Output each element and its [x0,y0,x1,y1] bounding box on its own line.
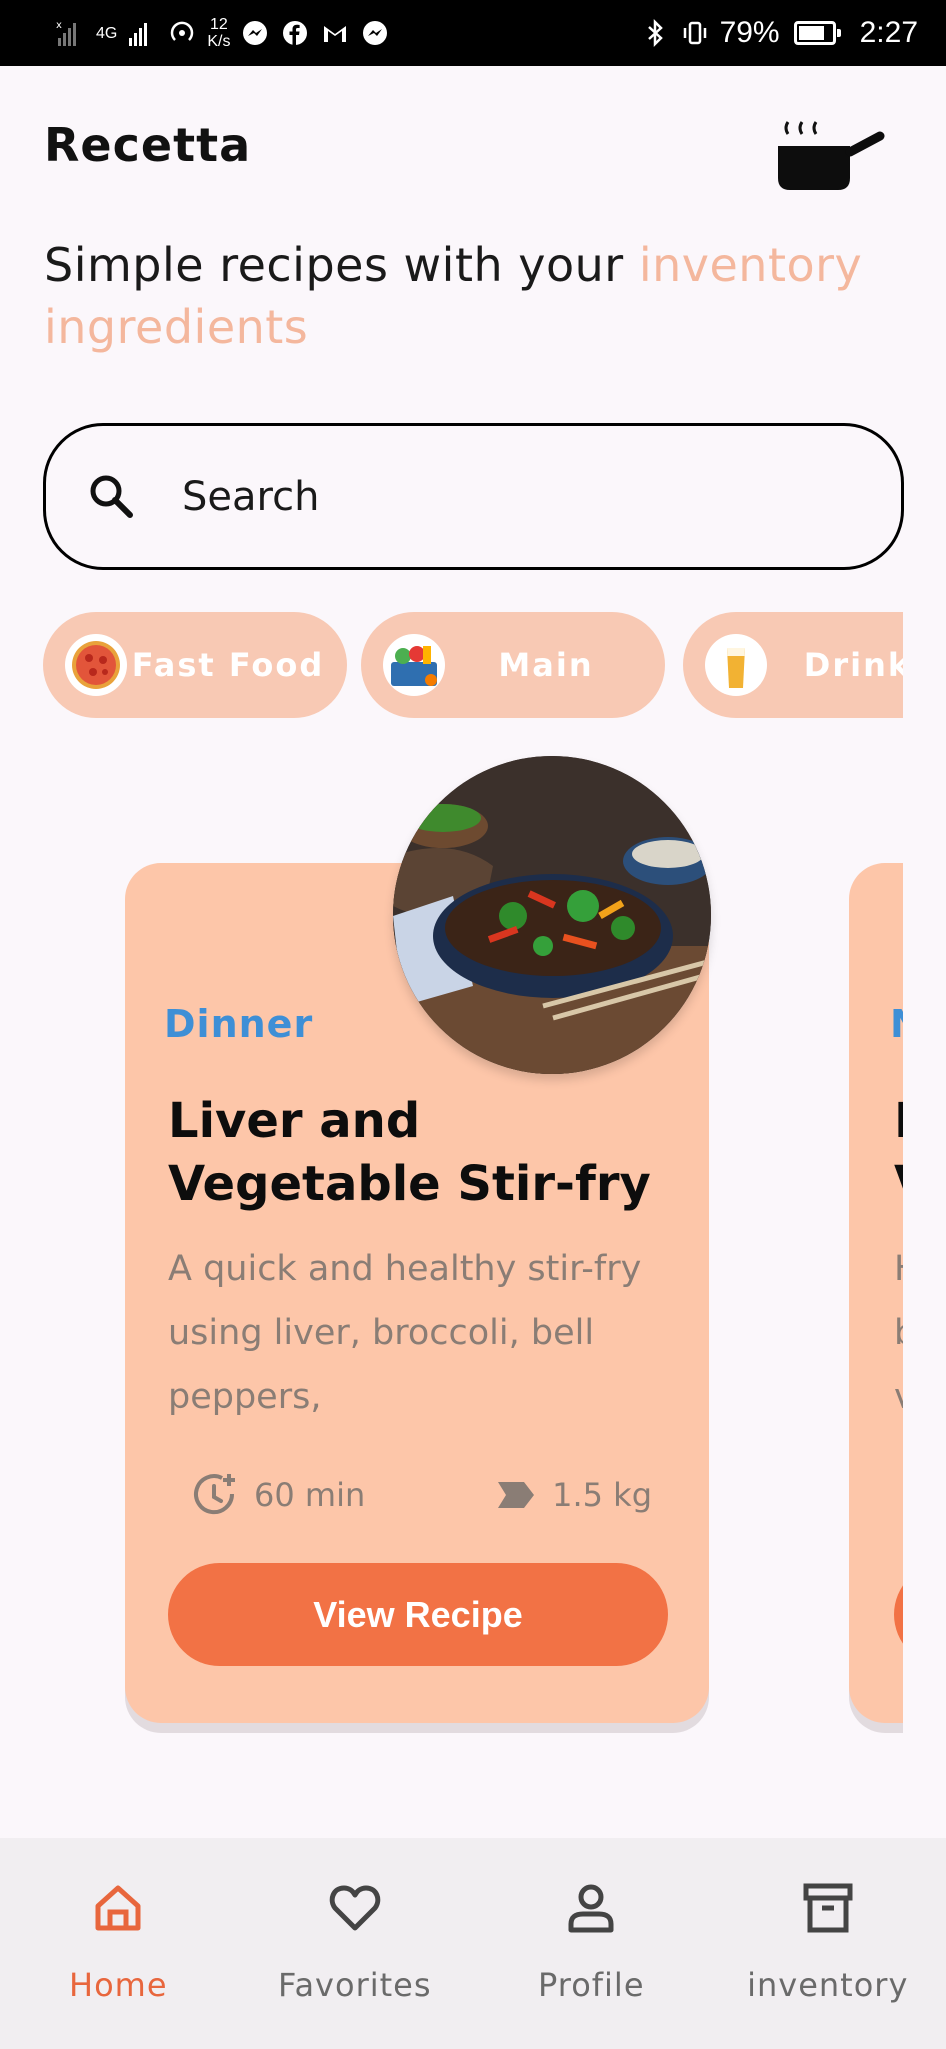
messenger-icon [363,21,388,45]
search-box[interactable] [43,423,904,570]
recipe-image [393,756,711,1074]
category-label: Main [498,646,594,684]
category-label: Drinks [803,646,904,684]
signal-strength-icon [129,23,148,46]
battery-icon [793,21,841,45]
nav-profile-label: Profile [538,1966,645,2004]
signal-icon: x [56,20,76,46]
hotspot-icon [171,21,194,41]
battery-level [798,26,824,40]
tagline: Simple recipes with your inventory ingre… [44,234,884,358]
bluetooth-icon [647,18,663,48]
nav-favorites[interactable]: Favorites [237,1838,474,2049]
recipe-meta: 60 min 1.5 kg [192,1470,652,1520]
home-icon [95,1885,141,1931]
category-label: Fast Food [131,646,325,684]
category-list: Fast Food Main Drinks [43,612,904,718]
label-tag-icon [498,1482,535,1508]
recipe-time: 60 min [192,1472,365,1518]
view-recipe-button[interactable]: View Recipe [168,1563,668,1666]
recipe-weight-value: 1.5 kg [552,1476,652,1514]
facebook-icon [283,21,308,45]
nav-home-label: Home [69,1966,168,2004]
svg-text:x: x [56,20,62,31]
archive-box-icon [803,1883,853,1933]
nav-home[interactable]: Home [0,1838,237,2049]
network-speed: 12 K/s [207,16,230,50]
category-chip-drinks[interactable]: Drinks [683,612,904,718]
status-bar-left: x 4G 12 K/s [56,16,390,50]
nav-profile[interactable]: Profile [473,1838,710,2049]
search-icon [90,475,133,518]
heart-icon [329,1885,380,1931]
recipe-title: Liver and Vegetable Stir-fry [168,1093,651,1212]
app-title: Recetta [44,118,252,172]
network-type: 4G [96,24,118,42]
nav-favorites-label: Favorites [277,1966,432,2004]
clock: 2:27 [859,16,918,49]
timer-add-icon [194,1474,235,1515]
category-chip-main[interactable]: Main [361,612,665,718]
cooking-pot-icon [778,121,885,190]
carousel-clip [903,600,946,1840]
recipe-weight: 1.5 kg [496,1476,652,1514]
status-bar: x 4G 12 K/s 79% 2:27 [0,0,946,66]
messenger-icon [243,21,268,45]
groceries-icon [383,634,445,696]
nav-inventory-label: inventory [747,1966,909,2004]
tagline-text: Simple recipes with your [44,238,639,292]
recipe-category: Dinner [164,1002,314,1046]
recipe-description: A quick and healthy stir-fry using liver… [168,1249,642,1417]
search-input[interactable] [182,473,832,520]
nav-inventory[interactable]: inventory [710,1838,946,2049]
recipe-time-value: 60 min [254,1476,366,1514]
vibrate-icon [683,21,706,45]
beer-icon [705,634,767,696]
gmail-icon [324,26,347,42]
pizza-icon [65,634,127,696]
network-speed-value: 12 [210,16,228,33]
battery-percent: 79% [719,16,780,49]
status-bar-right: 79% 2:27 [640,16,918,50]
profile-icon [568,1884,614,1933]
bottom-nav: Home Favorites Profile inventory [0,1838,946,2049]
category-chip-fast-food[interactable]: Fast Food [43,612,347,718]
network-speed-unit: K/s [207,33,231,50]
